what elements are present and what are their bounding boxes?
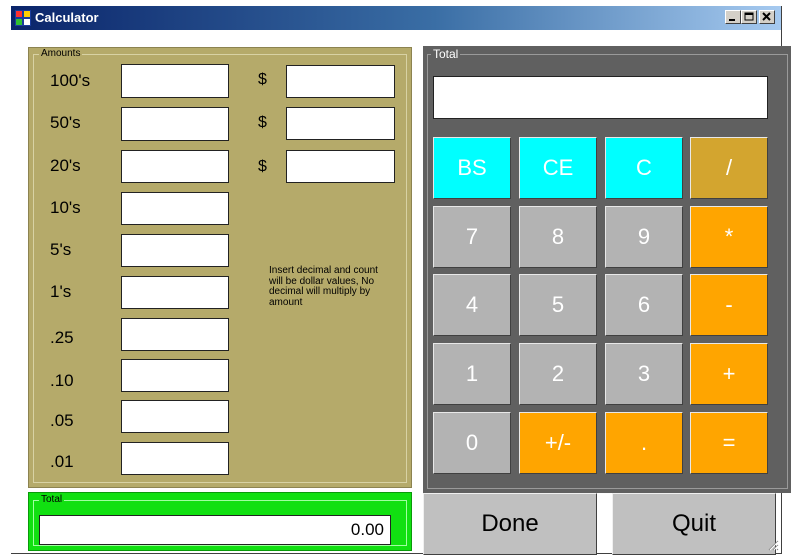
count-field-pennies[interactable] — [121, 442, 229, 475]
dollar-sign-20s: $ — [258, 158, 267, 175]
label-50s: 50's — [50, 113, 81, 132]
minimize-button[interactable] — [725, 10, 741, 24]
close-button[interactable] — [759, 10, 775, 24]
calculator-legend: Total — [431, 47, 461, 61]
key-0[interactable]: 0 — [433, 412, 511, 474]
minimize-icon — [729, 19, 735, 21]
dollar-sign-50s: $ — [258, 114, 267, 131]
key-divide[interactable]: / — [690, 137, 768, 199]
key-9[interactable]: 9 — [605, 206, 683, 268]
total-group: Total 0.00 — [28, 492, 412, 551]
label-nickels: .05 — [50, 411, 74, 430]
total-amount-field[interactable]: 0.00 — [39, 515, 391, 545]
close-icon — [762, 12, 771, 21]
dollar-sign-100s: $ — [258, 71, 267, 88]
window-controls — [725, 10, 775, 24]
dollar-field-20s[interactable] — [286, 150, 395, 183]
label-5s: 5's — [50, 240, 72, 259]
key-5[interactable]: 5 — [519, 274, 597, 336]
key-backspace[interactable]: BS — [433, 137, 511, 199]
maximize-button[interactable] — [741, 10, 757, 24]
key-8[interactable]: 8 — [519, 206, 597, 268]
label-20s: 20's — [50, 156, 81, 175]
calculator-window: Calculator Amounts 100's $ 50's $ 20's $… — [11, 6, 791, 555]
key-decimal[interactable]: . — [605, 412, 683, 474]
count-field-100s[interactable] — [121, 64, 229, 98]
calculator-display[interactable] — [433, 76, 768, 119]
key-add[interactable]: + — [690, 343, 768, 405]
quit-button[interactable]: Quit — [612, 493, 776, 555]
label-pennies: .01 — [50, 452, 74, 471]
key-subtract[interactable]: - — [690, 274, 768, 336]
key-equals[interactable]: = — [690, 412, 768, 474]
count-field-10s[interactable] — [121, 192, 229, 225]
decimal-hint-text: Insert decimal and count will be dollar … — [269, 265, 378, 308]
key-clear-entry[interactable]: CE — [519, 137, 597, 199]
count-field-20s[interactable] — [121, 150, 229, 183]
dollar-field-50s[interactable] — [286, 107, 395, 140]
count-field-5s[interactable] — [121, 234, 229, 267]
total-legend: Total — [39, 494, 65, 505]
count-field-1s[interactable] — [121, 276, 229, 309]
dollar-field-100s[interactable] — [286, 65, 395, 98]
count-field-quarters[interactable] — [121, 318, 229, 351]
count-field-50s[interactable] — [121, 107, 229, 141]
key-1[interactable]: 1 — [433, 343, 511, 405]
label-100s: 100's — [50, 71, 91, 90]
title-bar[interactable]: Calculator — [11, 6, 781, 30]
label-10s: 10's — [50, 198, 81, 217]
calculator-panel: Total BS CE C / 7 8 9 * 4 5 6 - 1 2 3 + … — [423, 46, 791, 493]
key-7[interactable]: 7 — [433, 206, 511, 268]
window-title: Calculator — [35, 10, 99, 25]
app-icon — [15, 10, 31, 26]
key-multiply[interactable]: * — [690, 206, 768, 268]
amounts-group: Amounts 100's $ 50's $ 20's $ 10's 5's 1… — [28, 47, 412, 488]
done-button[interactable]: Done — [423, 493, 597, 555]
maximize-icon — [744, 12, 754, 21]
key-negate[interactable]: +/- — [519, 412, 597, 474]
count-field-nickels[interactable] — [121, 400, 229, 433]
label-1s: 1's — [50, 282, 72, 301]
amounts-legend: Amounts — [39, 48, 83, 59]
key-2[interactable]: 2 — [519, 343, 597, 405]
label-quarters: .25 — [50, 328, 74, 347]
label-dimes: .10 — [50, 371, 74, 390]
key-3[interactable]: 3 — [605, 343, 683, 405]
key-6[interactable]: 6 — [605, 274, 683, 336]
count-field-dimes[interactable] — [121, 359, 229, 392]
client-area: Amounts 100's $ 50's $ 20's $ 10's 5's 1… — [11, 30, 791, 555]
resize-grip-icon[interactable] — [767, 539, 779, 551]
key-clear[interactable]: C — [605, 137, 683, 199]
key-4[interactable]: 4 — [433, 274, 511, 336]
